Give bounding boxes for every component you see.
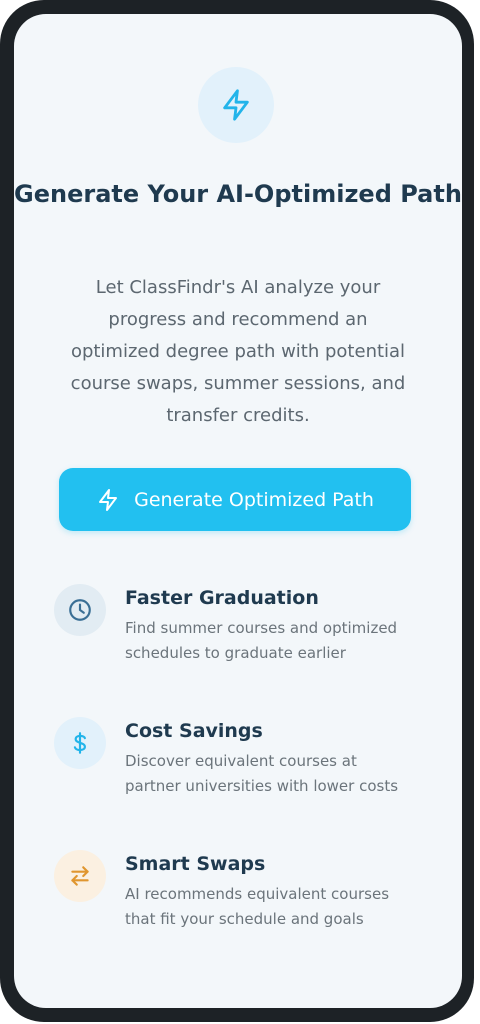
feature-title: Cost Savings: [125, 720, 263, 742]
lightning-icon: [99, 488, 118, 511]
page-description: Let ClassFindr's AI analyze your progres…: [70, 277, 406, 426]
feature-description: Find summer courses and optimized schedu…: [125, 619, 398, 662]
feature-title: Smart Swaps: [125, 853, 266, 875]
lightning-icon: [223, 89, 249, 121]
generate-optimized-path-button[interactable]: Generate Optimized Path: [59, 468, 411, 531]
cta-label: Generate Optimized Path: [134, 488, 374, 511]
feature-description: Discover equivalent courses at partner u…: [125, 752, 399, 795]
volume-button: [466, 166, 474, 294]
dollar-icon: [73, 732, 86, 754]
swap-arrows-icon: [71, 866, 89, 886]
clock-icon: [69, 599, 91, 621]
feature-description: AI recommends equivalent courses that fi…: [125, 885, 390, 928]
feature-icon-badge: [54, 584, 106, 636]
hero-lightning-badge: [198, 67, 274, 143]
feature-icon-badge: [54, 717, 106, 769]
feature-icon-badge: [54, 850, 106, 902]
screen: Generate Your AI-Optimized Path Let Clas…: [14, 14, 462, 1008]
page-title: Generate Your AI-Optimized Path: [14, 180, 462, 208]
feature-title: Faster Graduation: [125, 587, 319, 609]
phone-frame: Generate Your AI-Optimized Path Let Clas…: [0, 0, 474, 1022]
power-button: [466, 384, 474, 448]
